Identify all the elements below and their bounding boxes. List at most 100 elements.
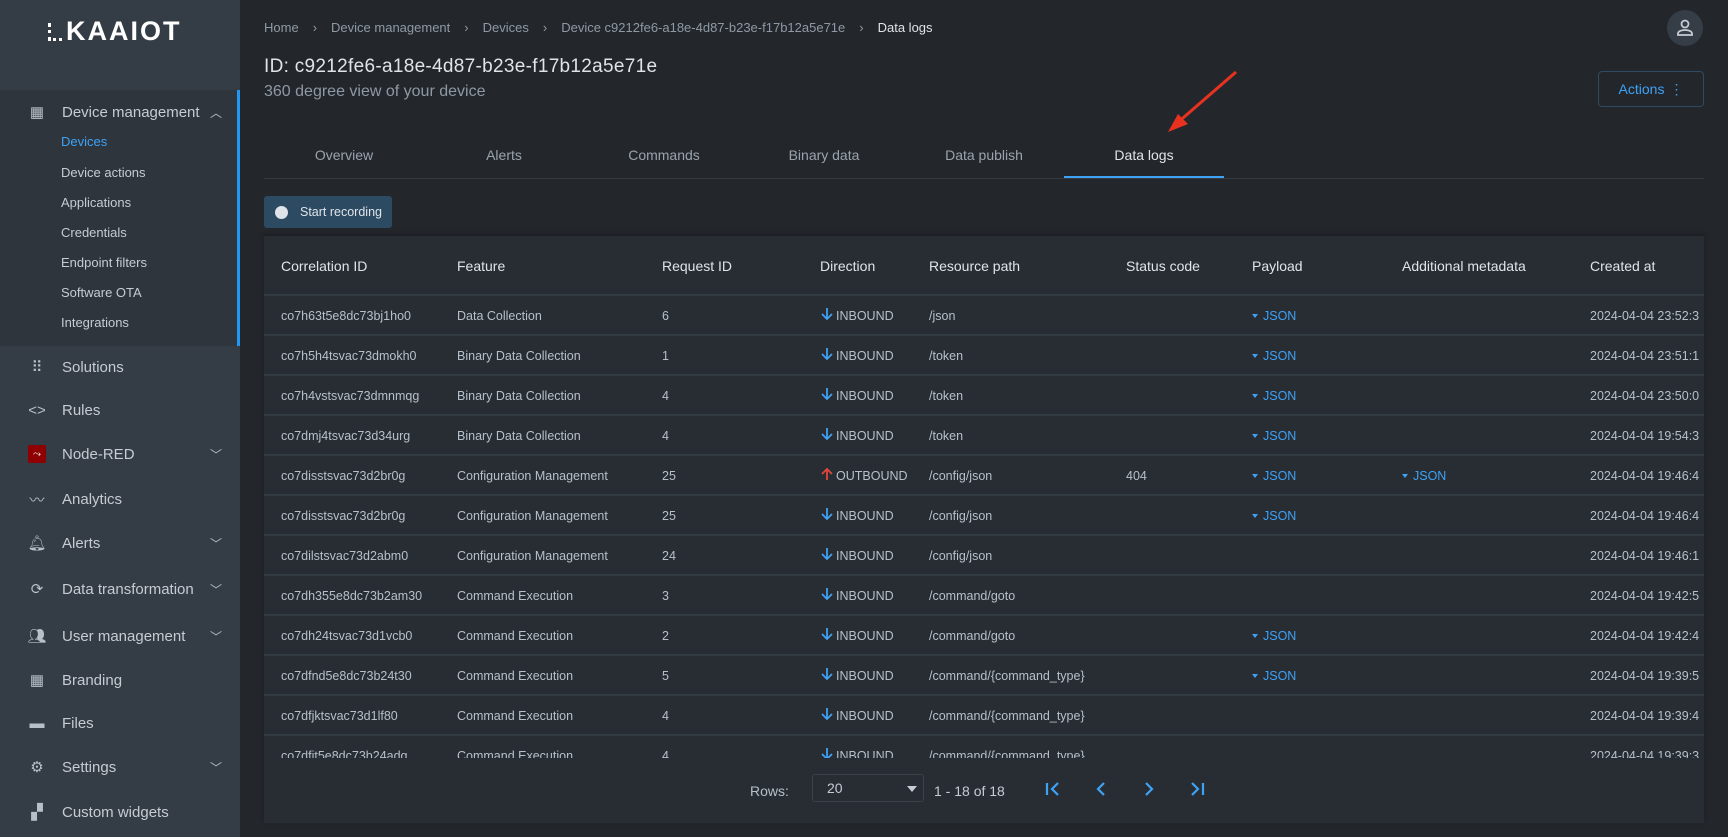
- feature: Command Execution: [457, 749, 574, 758]
- table-row[interactable]: co7h5h4tsvac73dmokh0 Binary Data Collecti…: [264, 336, 1704, 376]
- sidebar-item-solutions[interactable]: ⠿ Solutions: [0, 349, 240, 385]
- created-at: 2024-04-04 19:42:5: [1590, 589, 1700, 603]
- direction-cell: INBOUND: [820, 507, 894, 524]
- sidebar-item-label: User management: [62, 627, 186, 645]
- table-row[interactable]: co7dfjktsvac73d1lf80 Command Execution 4 IN…: [264, 696, 1704, 736]
- payload-toggle[interactable]: JSON: [1252, 389, 1296, 403]
- sidebar-item-device-management[interactable]: ▦ Device management ︿: [0, 94, 240, 130]
- column-header[interactable]: Feature: [457, 258, 505, 274]
- payload-toggle[interactable]: JSON: [1252, 629, 1296, 643]
- direction-cell: OUTBOUND: [820, 467, 908, 484]
- sidebar-item-settings[interactable]: ⚙ Settings ﹀: [0, 749, 240, 785]
- rows-per-page-select[interactable]: 20: [812, 774, 924, 802]
- chevron-down-icon[interactable]: ﹀: [210, 759, 222, 776]
- sidebar-subitem-device-actions[interactable]: Device actions: [61, 165, 146, 180]
- table-row[interactable]: co7dfit5e8dc73b24adg Command Execution 4 IN…: [264, 736, 1704, 758]
- arrow-down-icon: [820, 587, 834, 604]
- sidebar-item-user-management[interactable]: 👥︎ User management ﹀: [0, 618, 240, 654]
- sidebar-item-label: Files: [62, 714, 94, 732]
- column-header[interactable]: Resource path: [929, 258, 1020, 274]
- column-header[interactable]: Direction: [820, 258, 875, 274]
- last-page-icon[interactable]: [1186, 778, 1208, 800]
- next-page-icon[interactable]: [1138, 778, 1160, 800]
- column-header[interactable]: Created at: [1590, 258, 1655, 274]
- column-header[interactable]: Status code: [1126, 258, 1200, 274]
- previous-page-icon[interactable]: [1090, 778, 1112, 800]
- metadata-toggle[interactable]: JSON: [1402, 469, 1446, 483]
- column-header[interactable]: Correlation ID: [281, 258, 367, 274]
- created-at: 2024-04-04 19:46:4: [1590, 469, 1700, 483]
- table-row[interactable]: co7dh355e8dc73b2am30 Command Execution 3 IN…: [264, 576, 1704, 616]
- payload-toggle[interactable]: JSON: [1252, 349, 1296, 363]
- breadcrumb-current: Data logs: [877, 20, 933, 35]
- tab-alerts[interactable]: Alerts: [424, 135, 584, 178]
- payload-toggle[interactable]: JSON: [1252, 509, 1296, 523]
- table-row[interactable]: co7disstsvac73d2br0g Configuration Manage…: [264, 496, 1704, 536]
- column-header[interactable]: Request ID: [662, 258, 732, 274]
- table-row[interactable]: co7dmj4tsvac73d34urg Binary Data Collecti…: [264, 416, 1704, 456]
- sidebar-item-branding[interactable]: ▦ Branding: [0, 662, 240, 698]
- table-row[interactable]: co7dh24tsvac73d1vcb0 Command Execution 2 IN…: [264, 616, 1704, 656]
- start-recording-button[interactable]: Start recording: [264, 196, 392, 228]
- sidebar-item-rules[interactable]: <> Rules: [0, 392, 240, 428]
- sidebar-subitem-credentials[interactable]: Credentials: [61, 225, 127, 240]
- table-body[interactable]: co7h63t5e8dc73bj1ho0 Data Collection 6 INBO…: [264, 296, 1704, 758]
- column-header[interactable]: Additional metadata: [1402, 258, 1526, 274]
- user-avatar-button[interactable]: [1667, 10, 1703, 46]
- created-at: 2024-04-04 19:39:3: [1590, 749, 1700, 758]
- first-page-icon[interactable]: [1042, 778, 1064, 800]
- sidebar-item-alerts[interactable]: 🔔︎ Alerts ﹀: [0, 525, 240, 561]
- tab-data-logs[interactable]: Data logs: [1064, 135, 1224, 178]
- tab-bar: Overview Alerts Commands Binary data Data pu…: [264, 135, 1704, 179]
- request-id: 6: [662, 309, 669, 323]
- sidebar-item-data-transformation[interactable]: ⟳ Data transformation ﹀: [0, 571, 240, 607]
- correlation-id: co7dmj4tsvac73d34urg: [281, 429, 411, 443]
- feature: Command Execution: [457, 669, 574, 683]
- table-row[interactable]: co7h63t5e8dc73bj1ho0 Data Collection 6 INBO…: [264, 296, 1704, 336]
- chevron-down-icon[interactable]: ﹀: [210, 581, 222, 598]
- sidebar-subitem-integrations[interactable]: Integrations: [61, 315, 129, 330]
- sidebar-item-node-red[interactable]: ⤳ Node-RED ﹀: [0, 436, 240, 472]
- chevron-down-icon[interactable]: ﹀: [210, 535, 222, 552]
- direction-label: INBOUND: [836, 668, 894, 683]
- correlation-id: co7dfnd5e8dc73b24t30: [281, 669, 412, 683]
- breadcrumb-link[interactable]: Device management: [331, 20, 450, 35]
- created-at: 2024-04-04 23:50:0: [1590, 389, 1700, 403]
- chevron-down-icon[interactable]: ﹀: [210, 446, 222, 463]
- chevron-down-icon[interactable]: ﹀: [210, 628, 222, 645]
- logo-text: KAAIOT: [66, 16, 182, 46]
- sidebar-item-label: Rules: [62, 401, 101, 419]
- table-row[interactable]: co7h4vstsvac73dmnmqg Binary Data Collecti…: [264, 376, 1704, 416]
- tab-data-publish[interactable]: Data publish: [904, 135, 1064, 178]
- gear-icon: ⚙: [30, 759, 44, 776]
- tab-commands[interactable]: Commands: [584, 135, 744, 178]
- breadcrumb-link[interactable]: Device c9212fe6-a18e-4d87-b23e-f17b12a5e…: [561, 20, 845, 35]
- direction-cell: INBOUND: [820, 307, 894, 324]
- kaaiot-logo[interactable]: KAAIOT: [48, 16, 182, 47]
- sidebar-item-custom-widgets[interactable]: ▞ Custom widgets: [0, 794, 240, 830]
- table-row[interactable]: co7dfnd5e8dc73b24t30 Command Execution 5 IN…: [264, 656, 1704, 696]
- sidebar-item-files[interactable]: ▬ Files: [0, 705, 240, 741]
- arrow-down-icon: [820, 667, 834, 684]
- table-row[interactable]: co7disstsvac73d2br0g Configuration Manage…: [264, 456, 1704, 496]
- payload-toggle[interactable]: JSON: [1252, 429, 1296, 443]
- created-at: 2024-04-04 23:52:3: [1590, 309, 1700, 323]
- actions-button[interactable]: Actions ⋮: [1598, 71, 1704, 107]
- breadcrumb-link[interactable]: Devices: [483, 20, 529, 35]
- tab-overview[interactable]: Overview: [264, 135, 424, 178]
- sidebar-subitem-applications[interactable]: Applications: [61, 195, 131, 210]
- sidebar-item-analytics[interactable]: 〰 Analytics: [0, 481, 240, 517]
- sidebar-subitem-software-ota[interactable]: Software OTA: [61, 285, 142, 300]
- breadcrumb-link[interactable]: Home: [264, 20, 299, 35]
- column-header[interactable]: Payload: [1252, 258, 1303, 274]
- tab-binary-data[interactable]: Binary data: [744, 135, 904, 178]
- sidebar-subitem-endpoint-filters[interactable]: Endpoint filters: [61, 255, 147, 270]
- table-row[interactable]: co7dilstsvac73d2abm0 Configuration Manage…: [264, 536, 1704, 576]
- chevron-up-icon[interactable]: ︿: [210, 104, 222, 121]
- payload-toggle[interactable]: JSON: [1252, 469, 1296, 483]
- building-icon: ▦: [29, 672, 45, 689]
- arrow-down-icon: [820, 747, 834, 758]
- payload-toggle[interactable]: JSON: [1252, 309, 1296, 323]
- sidebar-subitem-devices[interactable]: Devices: [61, 134, 107, 149]
- payload-toggle[interactable]: JSON: [1252, 669, 1296, 683]
